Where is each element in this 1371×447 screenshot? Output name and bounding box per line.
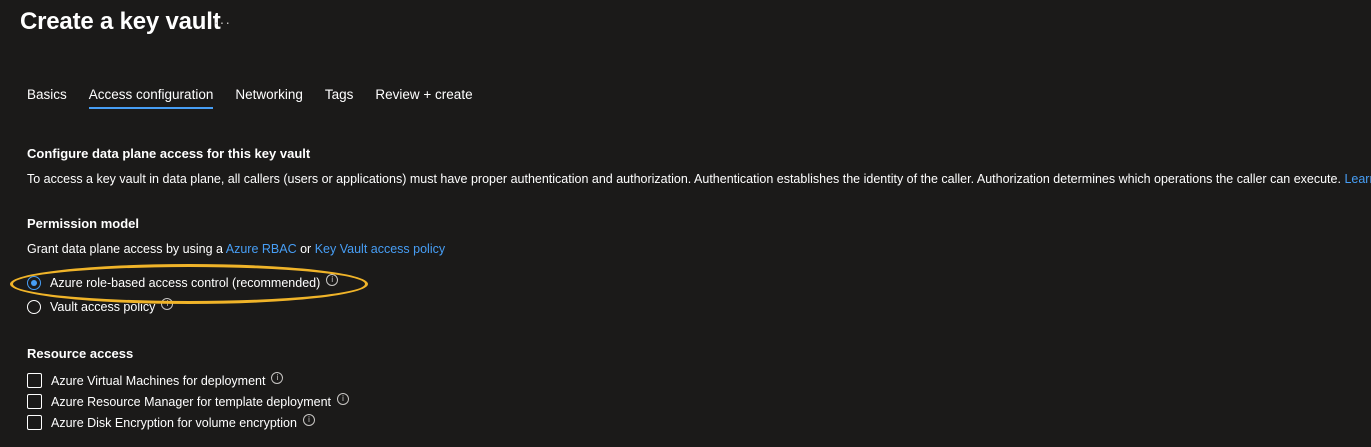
resource-manager-checkbox[interactable] (27, 394, 42, 409)
info-icon[interactable]: i (161, 298, 174, 310)
disk-encryption-label[interactable]: Azure Disk Encryption for volume encrypt… (51, 416, 297, 430)
tab-networking[interactable]: Networking (235, 87, 303, 108)
checkbox-row-disk-encryption[interactable]: Azure Disk Encryption for volume encrypt… (27, 413, 315, 430)
info-icon[interactable]: i (326, 274, 339, 286)
learn-more-link[interactable]: Learn more (1344, 172, 1371, 186)
radio-option-rbac[interactable]: Azure role-based access control (recomme… (27, 274, 339, 290)
vault-access-policy-radio-button[interactable] (27, 300, 41, 314)
info-icon[interactable]: i (337, 392, 350, 405)
permission-model-heading: Permission model (27, 216, 139, 231)
tab-bar: Basics Access configuration Networking T… (27, 87, 495, 109)
radio-option-vault-access-policy[interactable]: Vault access policy i (27, 298, 174, 314)
tab-tags[interactable]: Tags (325, 87, 354, 108)
info-icon[interactable]: i (271, 371, 284, 384)
checkbox-row-virtual-machines[interactable]: Azure Virtual Machines for deployment i (27, 371, 284, 388)
more-options-button[interactable]: ··· (214, 14, 231, 30)
data-plane-description: To access a key vault in data plane, all… (27, 172, 1371, 186)
tab-access-configuration[interactable]: Access configuration (88, 87, 213, 109)
virtual-machines-label[interactable]: Azure Virtual Machines for deployment (51, 374, 265, 388)
permission-model-prefix: Grant data plane access by using a (27, 242, 223, 256)
rbac-radio-button[interactable] (27, 276, 41, 290)
checkbox-row-resource-manager[interactable]: Azure Resource Manager for template depl… (27, 392, 350, 409)
page-title: Create a key vault (20, 8, 221, 35)
data-plane-description-text: To access a key vault in data plane, all… (27, 172, 1341, 186)
virtual-machines-checkbox[interactable] (27, 373, 42, 388)
azure-rbac-link[interactable]: Azure RBAC (226, 242, 297, 256)
rbac-radio-label[interactable]: Azure role-based access control (recomme… (50, 276, 320, 290)
or-text: or (300, 242, 312, 256)
resource-manager-label[interactable]: Azure Resource Manager for template depl… (51, 395, 331, 409)
permission-model-description: Grant data plane access by using a Azure… (27, 242, 445, 256)
key-vault-access-policy-link[interactable]: Key Vault access policy (315, 242, 445, 256)
disk-encryption-checkbox[interactable] (27, 415, 42, 430)
data-plane-heading: Configure data plane access for this key… (27, 146, 311, 161)
info-icon[interactable]: i (302, 413, 315, 426)
tab-review-create[interactable]: Review + create (375, 87, 472, 108)
resource-access-heading: Resource access (27, 346, 134, 361)
vault-access-policy-radio-label[interactable]: Vault access policy (50, 300, 155, 314)
tab-basics[interactable]: Basics (27, 87, 67, 108)
